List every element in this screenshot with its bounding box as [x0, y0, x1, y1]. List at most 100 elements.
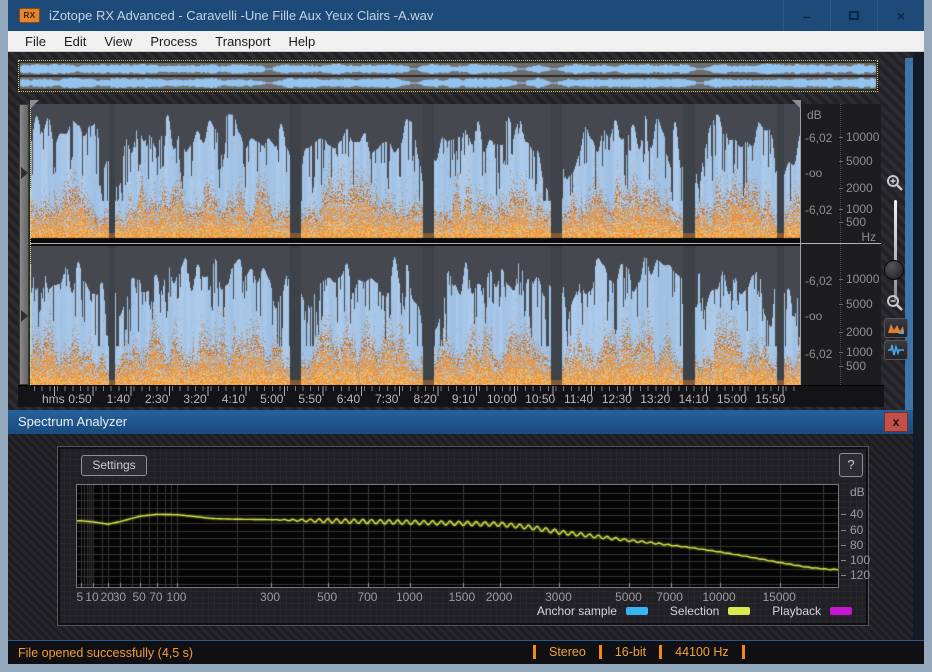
- frequency-tick-label: 10000: [846, 130, 879, 144]
- spectrum-x-tick-label: 5000: [615, 590, 642, 604]
- zoom-out-icon[interactable]: [886, 294, 904, 312]
- channel-marker-bottom[interactable]: [21, 310, 28, 322]
- status-separator: [599, 645, 602, 659]
- scale-channel-bottom: -6,02-oo-6,02 10000500020001000500: [800, 246, 881, 384]
- title-bar[interactable]: RX iZotope RX Advanced - Caravelli -Une …: [8, 0, 924, 31]
- menu-bar: FileEditViewProcessTransportHelp: [8, 31, 924, 52]
- spectrum-x-tick-label: 10: [85, 590, 98, 604]
- time-ruler-label: 7:30: [375, 392, 398, 406]
- time-ruler-label: 6:40: [337, 392, 360, 406]
- spectrum-panel-close-button[interactable]: x: [884, 412, 908, 432]
- time-ruler-label: 9:10: [452, 392, 475, 406]
- overview-waveform-canvas[interactable]: [19, 61, 877, 91]
- maximize-button[interactable]: [830, 0, 877, 31]
- legend-label: Playback: [772, 604, 821, 618]
- minimize-button[interactable]: –: [783, 0, 830, 31]
- spectrum-panel-body: Settings ? dB 406080100120 5102030507010…: [8, 434, 913, 640]
- legend-label: Selection: [670, 604, 719, 618]
- channel-marker-top[interactable]: [21, 167, 28, 179]
- menu-item[interactable]: Process: [141, 32, 206, 51]
- app-icon: RX: [19, 8, 40, 23]
- status-separator: [533, 645, 536, 659]
- time-ruler-label: 10:00: [487, 392, 517, 406]
- spectrum-x-tick-label: 500: [317, 590, 337, 604]
- spectrum-x-tick-label: 100: [166, 590, 186, 604]
- time-ruler-label: 5:50: [298, 392, 321, 406]
- selection-end-line[interactable]: [800, 104, 801, 385]
- spectrum-x-tick-label: 7000: [656, 590, 683, 604]
- overview-waveform[interactable]: [18, 60, 878, 92]
- spectrum-y-tick-label: 120: [850, 568, 870, 582]
- spectrum-x-tick-label: 30: [113, 590, 126, 604]
- scale-channel-top: -6,02-oo-6,02 10000500020001000500: [800, 104, 881, 240]
- selection-handle-left[interactable]: [30, 100, 39, 109]
- frequency-tick-label: 2000: [846, 325, 873, 339]
- menu-item[interactable]: Edit: [55, 32, 95, 51]
- spectrum-y-tick-label: 80: [850, 538, 863, 552]
- spectrogram-view[interactable]: [30, 104, 800, 385]
- time-ruler-label: 3:20: [183, 392, 206, 406]
- app-window: RX iZotope RX Advanced - Caravelli -Une …: [0, 0, 932, 672]
- time-ruler[interactable]: hms 0:501:402:303:204:105:005:506:407:30…: [18, 385, 884, 407]
- zoom-controls: [882, 104, 912, 385]
- frequency-tick-label: 1000: [846, 345, 873, 359]
- spectrum-x-tick-label: 50: [132, 590, 145, 604]
- maximize-icon: [849, 11, 859, 20]
- vertical-zoom-slider[interactable]: [894, 200, 897, 300]
- status-field: Stereo: [549, 645, 586, 659]
- menu-item[interactable]: File: [16, 32, 55, 51]
- time-ruler-label: 10:50: [525, 392, 555, 406]
- window-title: iZotope RX Advanced - Caravelli -Une Fil…: [49, 8, 433, 23]
- frequency-tick-label: 1000: [846, 202, 873, 216]
- vertical-scrollbar[interactable]: [19, 104, 29, 385]
- close-button[interactable]: ×: [877, 0, 924, 31]
- help-button[interactable]: ?: [839, 453, 863, 477]
- selection-start-line[interactable]: [30, 104, 31, 385]
- menu-item[interactable]: Help: [279, 32, 324, 51]
- waveform-view-button[interactable]: [884, 340, 908, 360]
- status-message: File opened successfully (4,5 s): [18, 646, 193, 660]
- spectrum-plot-canvas: [77, 485, 838, 587]
- amplitude-tick-label: -6,02: [805, 274, 832, 288]
- spectrum-x-tick-label: 3000: [545, 590, 572, 604]
- legend-swatch: [626, 607, 648, 615]
- spectrum-plot: [76, 484, 839, 588]
- time-ruler-label: 14:10: [679, 392, 709, 406]
- vertical-zoom-knob[interactable]: [884, 260, 904, 280]
- time-ruler-unit: hms: [42, 392, 65, 406]
- time-ruler-label: 15:50: [755, 392, 785, 406]
- frequency-tick-label: 2000: [846, 181, 873, 195]
- channel-divider[interactable]: [30, 243, 881, 244]
- settings-button[interactable]: Settings: [81, 455, 147, 476]
- legend-label: Anchor sample: [537, 604, 617, 618]
- legend-swatch: [728, 607, 750, 615]
- time-ruler-label: 4:10: [222, 392, 245, 406]
- workspace: dB Hz -6,02-oo-6,02 10000500020001000500…: [8, 52, 924, 640]
- menu-item[interactable]: Transport: [206, 32, 279, 51]
- spectrogram-icon: [887, 321, 905, 335]
- window-controls: – ×: [783, 0, 924, 31]
- spectrum-x-tick-label: 2000: [486, 590, 513, 604]
- amplitude-tick-label: -6,02: [805, 347, 832, 361]
- scale-panel: dB Hz -6,02-oo-6,02 10000500020001000500…: [800, 104, 881, 385]
- spectrum-legend: Anchor sample Selection Playback: [537, 604, 852, 618]
- status-separator: [659, 645, 662, 659]
- zoom-in-icon[interactable]: [886, 174, 904, 192]
- status-fields: Stereo16-bit44100 Hz: [520, 645, 758, 659]
- spectrum-x-tick-label: 700: [357, 590, 377, 604]
- time-ruler-label: 8:20: [413, 392, 436, 406]
- amplitude-tick-label: -oo: [805, 309, 822, 323]
- spectrum-panel-header[interactable]: Spectrum Analyzer x: [8, 410, 913, 434]
- spectrogram-view-button[interactable]: [884, 318, 908, 338]
- legend-item: Playback: [772, 604, 852, 618]
- spectrum-y-tick-label: 40: [850, 507, 863, 521]
- spectrum-x-tick-label: 10000: [702, 590, 735, 604]
- waveform-icon: [887, 343, 905, 357]
- amplitude-tick-label: -oo: [805, 166, 822, 180]
- selection-handle-right[interactable]: [792, 100, 801, 109]
- time-ruler-label: 1:40: [107, 392, 130, 406]
- time-ruler-label: 13:20: [640, 392, 670, 406]
- menu-item[interactable]: View: [95, 32, 141, 51]
- spectrum-x-tick-label: 15000: [762, 590, 795, 604]
- spectrum-x-tick-label: 70: [149, 590, 162, 604]
